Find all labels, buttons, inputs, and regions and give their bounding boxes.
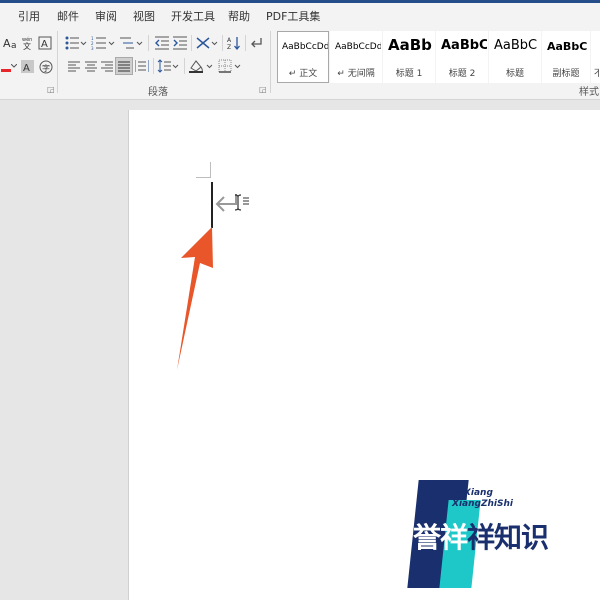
style-name: 副标题 [552,69,580,79]
justify-icon[interactable] [115,57,133,75]
svg-text:文: 文 [23,41,31,50]
style-heading-1[interactable]: AaBb 标题 1 [383,31,435,83]
svg-text:Z: Z [227,44,231,50]
sort-icon[interactable]: AZ [226,35,242,51]
change-case-icon[interactable]: Aa [2,35,20,51]
style-title[interactable]: AaBbC 标题 [489,31,541,83]
style-sample: AaBbCcDd [335,42,382,52]
style-name: ↵ 无间隔 [337,69,375,79]
character-shading-icon[interactable]: A [20,59,35,74]
svg-text:字: 字 [42,63,50,73]
font-color-dropdown-icon[interactable] [10,59,18,73]
line-spacing-icon[interactable] [156,58,180,74]
tab-help[interactable]: 帮助 [228,8,250,24]
watermark-line2: XiangZhiShi [452,499,513,509]
separator-paragraph-styles [270,31,271,93]
tab-mailings[interactable]: 邮件 [57,8,79,24]
multilevel-list-icon[interactable] [118,35,144,51]
tab-view[interactable]: 视图 [133,8,155,24]
style-name: 标题 [505,69,524,79]
style-sample: AaBbCcDd [282,42,329,52]
separator-indent [191,35,192,51]
style-sample: AaBbC [547,40,588,53]
tab-developer[interactable]: 开发工具 [171,8,215,24]
ribbon: Aa wén 文 A A 字 123 AZ ◲ 段落 ◲ AaBbCcDd ↵ … [0,27,600,100]
bullets-icon[interactable] [64,35,88,51]
style-name: ↵ 正文 [288,69,318,79]
style-normal[interactable]: AaBbCcDd ↵ 正文 [277,31,329,83]
watermark-brand: 誉祥祥知识 [413,516,549,556]
separator-align [153,58,154,74]
style-more[interactable]: 不 [591,31,600,83]
watermark-brand-part1: 誉祥 [413,521,468,554]
separator-font-paragraph [57,31,58,93]
paragraph-dialog-launcher-icon[interactable]: ◲ [259,85,267,94]
style-name: 标题 1 [395,69,423,79]
style-subtitle[interactable]: AaBbC 副标题 [542,31,590,83]
style-sample: AaBbC [494,38,538,53]
character-border-icon[interactable]: A [37,35,52,50]
style-no-spacing[interactable]: AaBbCcDd ↵ 无间隔 [330,31,382,83]
paragraph-group-label: 段落 [148,87,168,98]
align-center-icon[interactable] [83,58,99,74]
increase-indent-icon[interactable] [172,35,188,51]
ibeam-cursor-icon [234,194,249,211]
align-right-icon[interactable] [99,58,115,74]
distributed-icon[interactable] [134,58,150,74]
style-heading-2[interactable]: AaBbC 标题 2 [436,31,488,83]
styles-group-label: 样式 [579,87,599,98]
phonetic-guide-icon[interactable]: wén 文 [20,35,36,51]
show-paragraph-marks-icon[interactable] [249,35,263,51]
tab-references[interactable]: 引用 [18,8,40,24]
svg-text:A: A [3,37,11,50]
character-border-letter: A [41,39,48,50]
separator-spacing [184,58,185,74]
svg-text:A: A [23,63,30,73]
annotation-arrow-icon [177,227,213,370]
tab-review[interactable]: 审阅 [95,8,117,24]
watermark-line1: YuXiang [452,488,493,498]
shading-icon[interactable] [188,58,214,74]
margin-crop-mark-vertical [210,162,211,177]
text-cursor [211,182,213,228]
font-dialog-launcher-icon[interactable]: ◲ [47,85,55,94]
margin-crop-mark-horizontal [196,177,211,178]
style-sample: AaBb [388,36,432,54]
tab-pdf-tools[interactable]: PDF工具集 [266,8,320,24]
style-name: 不 [594,66,599,79]
separator-sort [245,35,246,51]
numbering-icon[interactable]: 123 [90,35,116,51]
separator-lists [148,35,149,51]
watermark-brand-part2: 祥知识 [467,521,549,554]
enclose-characters-icon[interactable]: 字 [38,59,53,74]
decrease-indent-icon[interactable] [154,35,170,51]
align-left-icon[interactable] [66,58,82,74]
separator-asian [222,35,223,51]
svg-text:A: A [227,37,232,44]
ribbon-tabs: 引用 邮件 审阅 视图 开发工具 帮助 PDF工具集 [0,3,600,27]
asian-layout-icon[interactable] [195,35,219,51]
style-name: 标题 2 [448,69,476,79]
svg-text:a: a [11,41,17,50]
borders-icon[interactable] [217,58,243,74]
style-sample: AaBbC [441,38,488,53]
svg-text:3: 3 [91,46,94,50]
